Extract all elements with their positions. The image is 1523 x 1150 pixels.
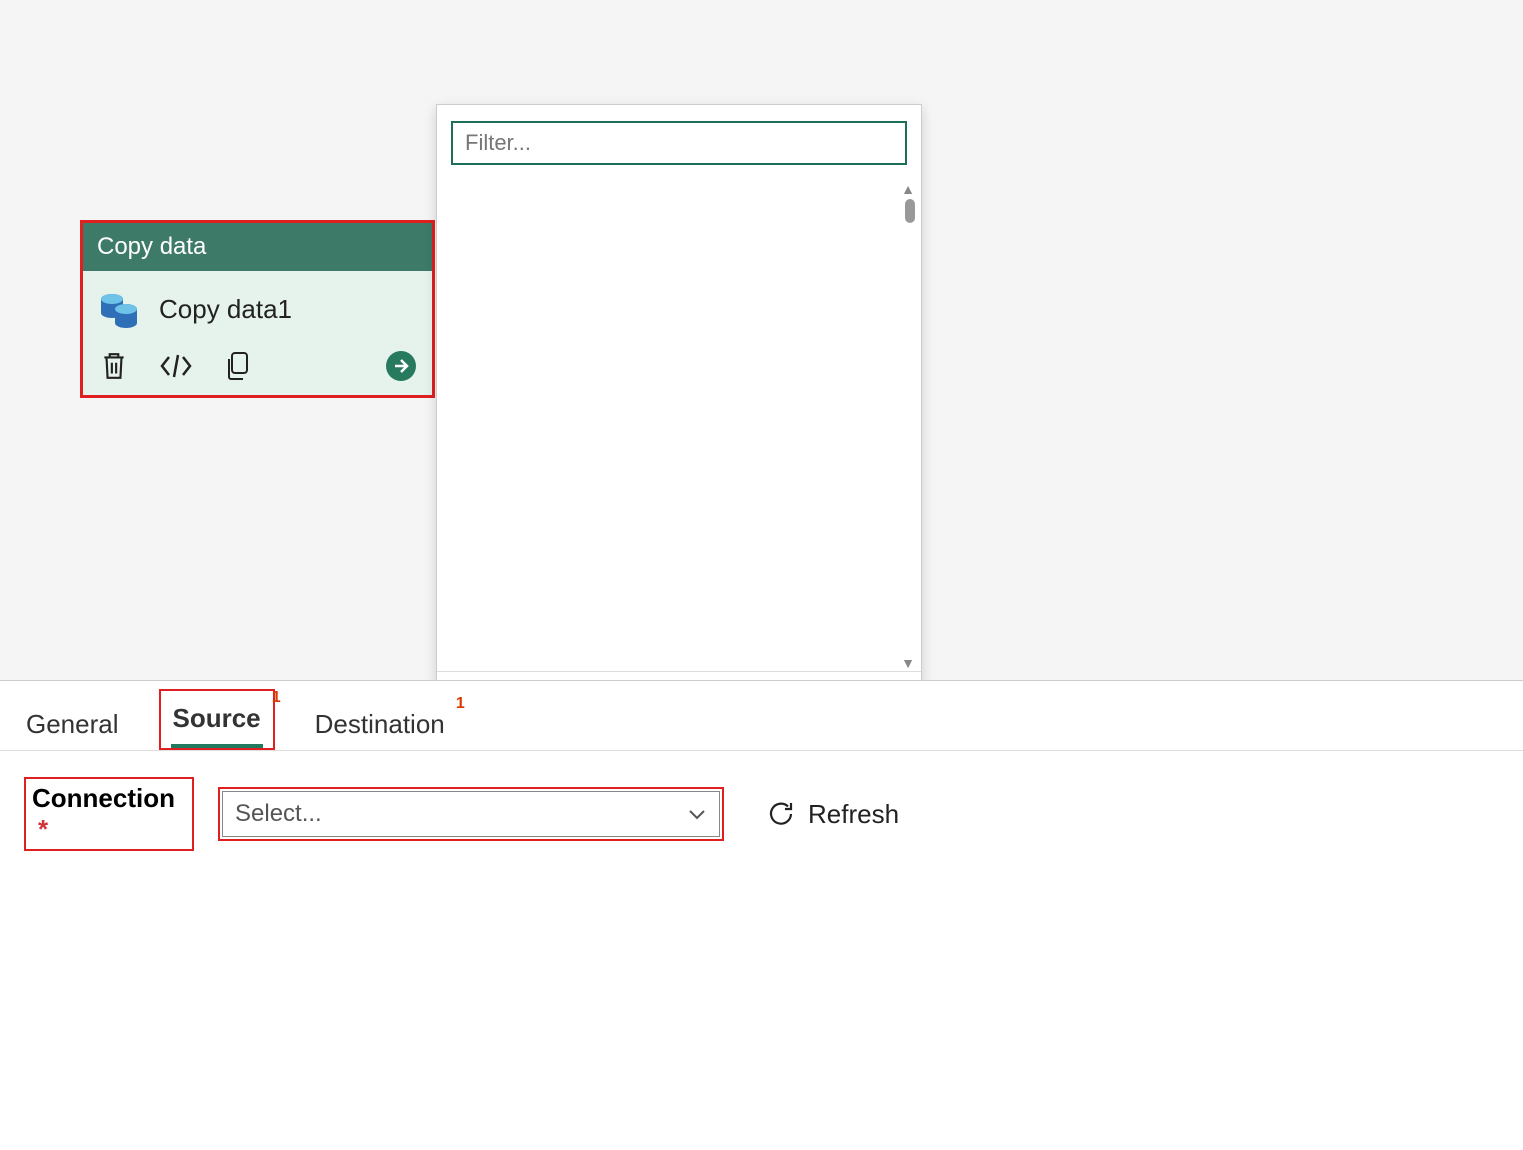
- pipeline-canvas[interactable]: Copy data Copy data1: [0, 0, 1523, 680]
- dropdown-list[interactable]: ▲ ▼: [451, 181, 915, 671]
- connection-select-wrap: Select...: [222, 791, 720, 837]
- required-asterisk: *: [38, 814, 48, 844]
- filter-input[interactable]: [451, 121, 907, 165]
- delete-icon[interactable]: [97, 349, 131, 383]
- tab-general-label: General: [26, 709, 119, 739]
- properties-panel: General Source 1 Destination 1 Connectio…: [0, 680, 1523, 1150]
- activity-body: Copy data1: [83, 271, 432, 343]
- run-arrow-icon[interactable]: [384, 349, 418, 383]
- tab-general[interactable]: General: [24, 699, 121, 750]
- chevron-down-icon: [688, 808, 706, 820]
- activity-name: Copy data1: [159, 294, 292, 325]
- tab-source[interactable]: Source 1: [171, 693, 263, 748]
- connection-dropdown-panel: ▲ ▼ Use dynamic content More: [436, 104, 922, 780]
- scrollbar-thumb[interactable]: [905, 199, 915, 223]
- tab-destination[interactable]: Destination 1: [313, 699, 447, 750]
- connection-select-placeholder: Select...: [235, 800, 322, 828]
- connection-label: Connection: [32, 783, 175, 813]
- refresh-icon: [766, 799, 796, 829]
- filter-wrap: [437, 105, 921, 181]
- database-icon: [97, 287, 141, 331]
- activity-toolbar: [83, 343, 432, 395]
- copy-icon[interactable]: [221, 349, 255, 383]
- connection-select[interactable]: Select...: [222, 791, 720, 837]
- copy-data-activity[interactable]: Copy data Copy data1: [80, 220, 435, 398]
- refresh-label: Refresh: [808, 799, 899, 830]
- scroll-down-icon[interactable]: ▼: [901, 655, 915, 671]
- tab-source-label: Source: [173, 703, 261, 733]
- tab-source-highlight: Source 1: [159, 689, 275, 750]
- activity-header: Copy data: [83, 223, 432, 271]
- tab-destination-label: Destination: [315, 709, 445, 739]
- tabs-row: General Source 1 Destination 1: [0, 681, 1523, 751]
- code-icon[interactable]: [159, 349, 193, 383]
- refresh-button[interactable]: Refresh: [766, 799, 899, 830]
- tab-destination-badge: 1: [456, 695, 465, 713]
- connection-label-cell: Connection *: [24, 777, 194, 851]
- connection-row: Connection * Select... Refresh: [0, 751, 1523, 877]
- scroll-up-icon[interactable]: ▲: [901, 181, 915, 197]
- tab-source-badge: 1: [272, 689, 281, 707]
